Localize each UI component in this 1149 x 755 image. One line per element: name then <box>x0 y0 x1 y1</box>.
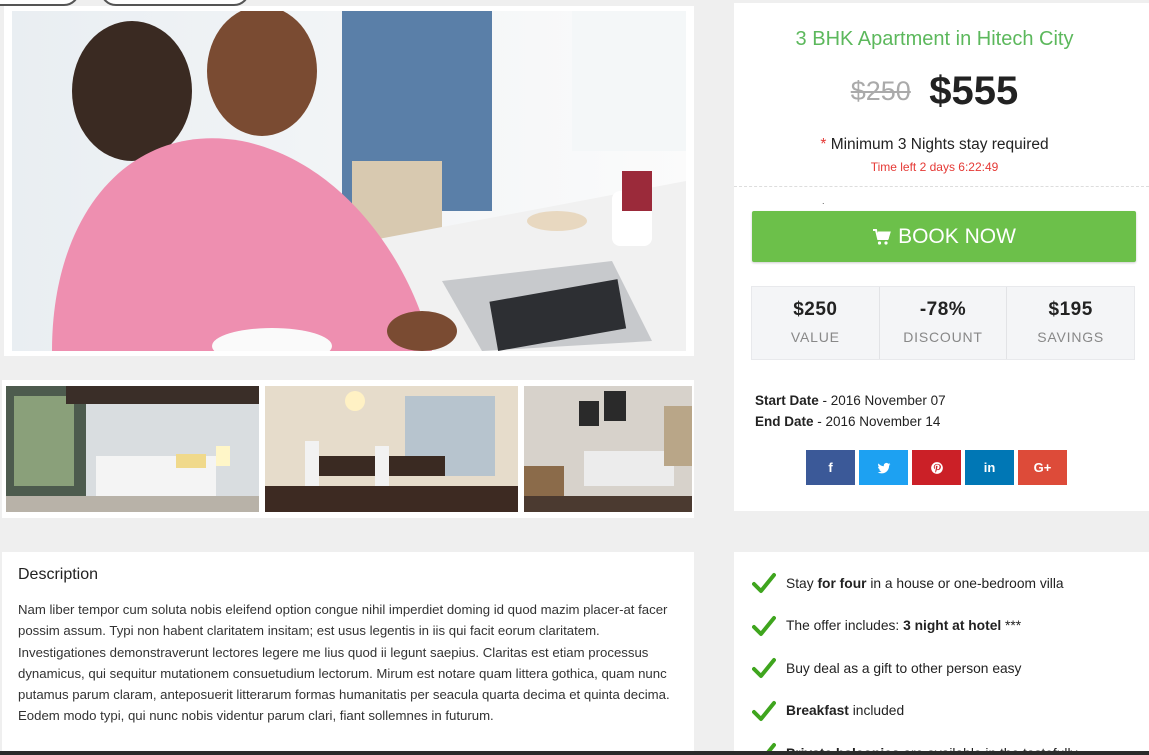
end-date-label: End Date <box>755 414 814 429</box>
feature-item: Stay for four in a house or one-bedroom … <box>734 562 1149 605</box>
deal-title: 3 BHK Apartment in Hitech City <box>795 28 1074 50</box>
stray-dot: . <box>822 196 825 206</box>
checkmark-icon <box>752 615 776 636</box>
thumbnail-strip <box>2 380 694 518</box>
feature-text-bold: 3 night at hotel <box>903 618 1002 634</box>
google-plus-share-button[interactable]: G+ <box>1018 450 1067 485</box>
stat-value-amount: $250 <box>793 299 838 320</box>
description-text: Nam liber tempor cum soluta nobis eleife… <box>18 602 670 724</box>
facebook-icon: f <box>828 460 833 475</box>
facebook-share-button[interactable]: f <box>806 450 855 485</box>
hero-image <box>12 11 686 351</box>
features-panel: Stay for four in a house or one-bedroom … <box>734 552 1149 755</box>
bottom-edge-bar <box>0 751 1149 755</box>
min-stay-note: * Minimum 3 Nights stay required <box>734 136 1135 154</box>
feature-text-post: in a house or one-bedroom villa <box>866 575 1064 591</box>
divider <box>734 186 1149 187</box>
main-photo <box>4 6 694 356</box>
social-share-bar: f in G+ <box>806 450 1067 485</box>
deal-stats: $250 VALUE -78% DISCOUNT $195 SAVINGS <box>751 286 1135 360</box>
deal-panel: 3 BHK Apartment in Hitech City $250 $555… <box>734 3 1149 511</box>
stat-savings-label: SAVINGS <box>1037 329 1105 345</box>
google-plus-icon: G+ <box>1033 460 1052 475</box>
feature-text-bold: Breakfast <box>786 703 849 719</box>
stat-discount: -78% DISCOUNT <box>880 287 1008 359</box>
checkmark-icon <box>752 573 776 594</box>
stat-value-label: VALUE <box>790 329 840 345</box>
stat-discount-amount: -78% <box>919 299 967 320</box>
stat-value: $250 VALUE <box>752 287 880 359</box>
twitter-icon <box>877 462 890 473</box>
twitter-share-button[interactable] <box>859 450 908 485</box>
new-price: $555 <box>929 69 1019 113</box>
thumbnail-bedroom[interactable] <box>6 386 259 512</box>
deal-dates: Start Date - 2016 November 07 End Date -… <box>755 390 946 432</box>
linkedin-share-button[interactable]: in <box>965 450 1014 485</box>
stat-savings-amount: $195 <box>1048 299 1093 320</box>
end-date: End Date - 2016 November 14 <box>755 411 946 432</box>
feature-item: Breakfast included <box>734 690 1149 733</box>
feature-text-pre: Buy deal as a gift to other person easy <box>786 660 1022 676</box>
min-stay-text: Minimum 3 Nights stay required <box>830 136 1049 153</box>
cart-icon <box>873 228 891 245</box>
linkedin-icon: in <box>983 460 996 475</box>
feature-item: Buy deal as a gift to other person easy <box>734 647 1149 690</box>
pinterest-icon <box>930 461 943 474</box>
description-panel: Description Nam liber tempor cum soluta … <box>2 552 694 755</box>
start-date-label: Start Date <box>755 393 819 408</box>
start-date: Start Date - 2016 November 07 <box>755 390 946 411</box>
description-heading: Description <box>18 566 99 583</box>
feature-text-bold: for four <box>817 575 867 591</box>
feature-text-post: included <box>848 703 905 719</box>
feature-item: The offer includes: 3 night at hotel *** <box>734 605 1149 648</box>
feature-text-pre: Stay <box>786 575 818 591</box>
stat-discount-label: DISCOUNT <box>903 329 983 345</box>
book-now-button[interactable]: BOOK NOW <box>752 211 1136 262</box>
thumbnail-dining[interactable] <box>265 386 518 512</box>
price-row: $250 $555 <box>734 69 1135 114</box>
checkmark-icon <box>752 658 776 679</box>
thumbnail-living[interactable] <box>524 386 692 512</box>
start-date-value: - 2016 November 07 <box>818 393 946 408</box>
checkmark-icon <box>752 700 776 721</box>
book-now-label: BOOK NOW <box>898 224 1016 248</box>
pinterest-share-button[interactable] <box>912 450 961 485</box>
end-date-value: - 2016 November 14 <box>813 414 941 429</box>
countdown-timer: Time left 2 days 6:22:49 <box>870 160 999 174</box>
feature-text-post: *** <box>1001 618 1022 634</box>
required-asterisk: * <box>820 136 827 153</box>
old-price: $250 <box>850 76 911 106</box>
feature-text-pre: The offer includes: <box>786 618 904 634</box>
stat-savings: $195 SAVINGS <box>1007 287 1134 359</box>
